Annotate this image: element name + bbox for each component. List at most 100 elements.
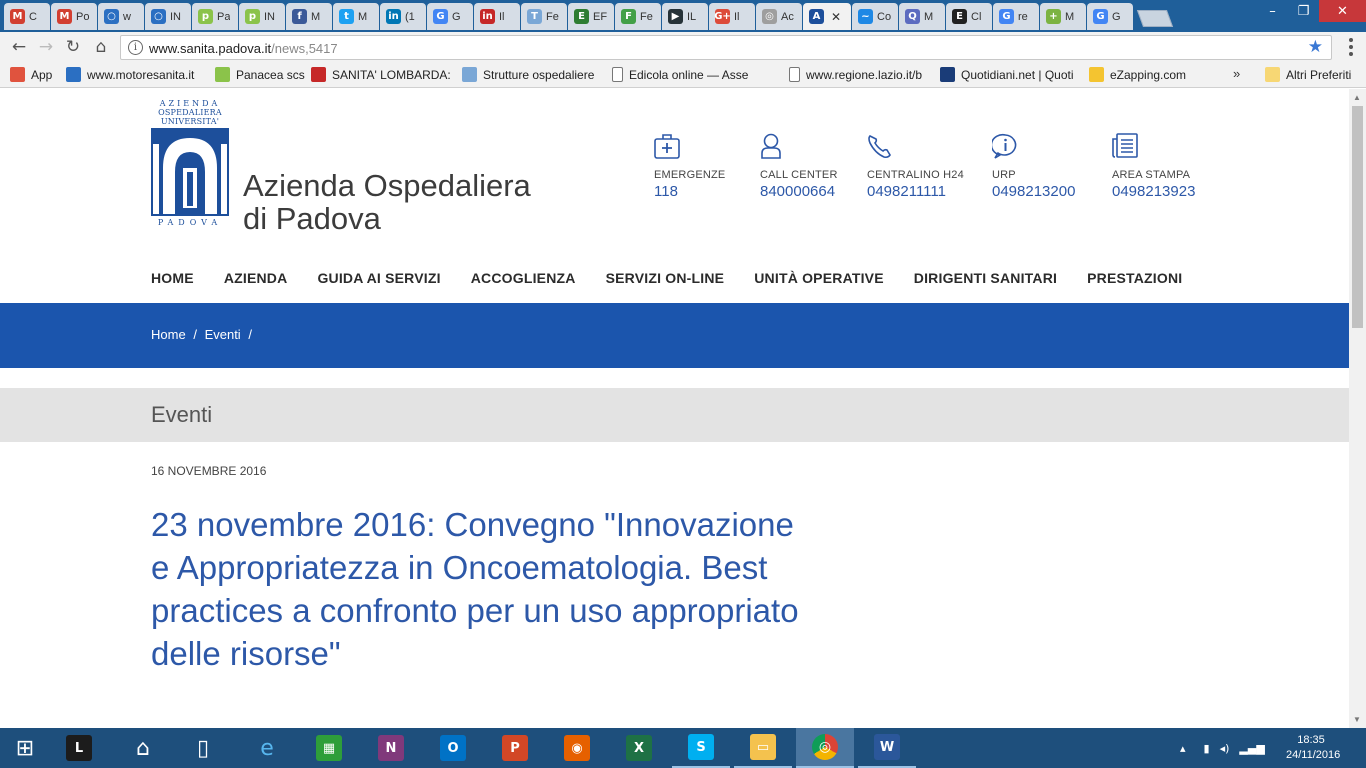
browser-tab[interactable]: fM: [286, 3, 332, 30]
nav-item-accoglienza[interactable]: ACCOGLIENZA: [471, 270, 576, 286]
scrollbar-thumb[interactable]: [1352, 106, 1363, 328]
scroll-down-arrow-icon[interactable]: ▼: [1353, 715, 1361, 724]
browser-tab[interactable]: QM: [899, 3, 945, 30]
browser-tab[interactable]: GG: [427, 3, 473, 30]
nav-item-azienda[interactable]: AZIENDA: [224, 270, 288, 286]
word-app[interactable]: W: [858, 728, 916, 768]
tab-title: IN: [170, 10, 181, 23]
site-title[interactable]: Azienda Ospedaliera di Padova: [243, 169, 531, 235]
explorer-app[interactable]: ▭: [734, 728, 792, 768]
browser-tab[interactable]: ◎ Ac: [756, 3, 802, 30]
ie-app[interactable]: e: [238, 728, 296, 768]
bookmark-item[interactable]: Quotidiani.net | Quoti: [940, 67, 1074, 82]
contact-area-stampa[interactable]: AREA STAMPA 0498213923: [1112, 133, 1195, 200]
home-app[interactable]: ⌂: [114, 728, 172, 768]
browser-tab[interactable]: GG: [1087, 3, 1133, 30]
outlook-app[interactable]: O: [424, 728, 482, 768]
breadcrumb-home-link[interactable]: Home: [151, 327, 186, 342]
contact-label: AREA STAMPA: [1112, 169, 1191, 181]
browser-tab[interactable]: ○ w: [98, 3, 144, 30]
bookmark-item[interactable]: Panacea scs: [215, 67, 305, 82]
contact-number[interactable]: 0498213200: [992, 183, 1075, 200]
skype-app[interactable]: S: [672, 728, 730, 768]
lenovo-app[interactable]: L: [50, 728, 108, 768]
browser-tab[interactable]: tM: [333, 3, 379, 30]
nav-item-guida-ai-servizi[interactable]: GUIDA AI SERVIZI: [317, 270, 440, 286]
powerpoint-app[interactable]: P: [486, 728, 544, 768]
browser-tab[interactable]: + M: [1040, 3, 1086, 30]
browser-tab[interactable]: ~ Co: [852, 3, 898, 30]
store-app[interactable]: ▦: [300, 728, 358, 768]
tray-chevron-icon[interactable]: ▴: [1180, 742, 1186, 755]
bookmarks-overflow-button[interactable]: »: [1233, 66, 1240, 81]
network-icon[interactable]: ▂▄▆: [1239, 742, 1264, 755]
contact-number[interactable]: 118: [654, 183, 725, 200]
reload-button[interactable]: ↻: [62, 36, 84, 58]
back-button[interactable]: ←: [8, 36, 30, 58]
puzzle-icon: F: [621, 9, 636, 24]
restore-button[interactable]: ❐: [1288, 0, 1319, 22]
bookmark-item[interactable]: eZapping.com: [1089, 67, 1186, 82]
contact-number[interactable]: 840000664: [760, 183, 838, 200]
browser-tab[interactable]: M Po: [51, 3, 97, 30]
browser-tab[interactable]: ▶ IL: [662, 3, 708, 30]
page-scrollbar[interactable]: ▲ ▼: [1349, 89, 1366, 728]
file-app[interactable]: ▯: [174, 728, 232, 768]
folder-icon: [1265, 67, 1280, 82]
contact-number[interactable]: 0498213923: [1112, 183, 1195, 200]
browser-tab[interactable]: A ✕: [803, 3, 851, 30]
browser-tab[interactable]: p Pa: [192, 3, 238, 30]
browser-tab[interactable]: in Il: [474, 3, 520, 30]
browser-tab[interactable]: Gre: [993, 3, 1039, 30]
bookmark-item[interactable]: Strutture ospedaliere: [462, 67, 594, 82]
home-button[interactable]: ⌂: [90, 36, 112, 58]
taskbar-clock[interactable]: 18:35 24/11/2016: [1286, 733, 1340, 763]
start-button[interactable]: ⊞: [0, 728, 50, 768]
contact-call-center[interactable]: CALL CENTER 840000664: [760, 133, 838, 200]
browser-tab[interactable]: G+ Il: [709, 3, 755, 30]
nav-item-dirigenti-sanitari[interactable]: DIRIGENTI SANITARI: [914, 270, 1057, 286]
contact-urp[interactable]: URP 0498213200: [992, 133, 1075, 200]
browser-tab[interactable]: in (1: [380, 3, 426, 30]
contact-centralino[interactable]: CENTRALINO H24 0498211111: [867, 133, 964, 200]
nav-item-servizi-on-line[interactable]: SERVIZI ON-LINE: [606, 270, 725, 286]
browser-tab[interactable]: E Cl: [946, 3, 992, 30]
close-window-button[interactable]: ✕: [1319, 0, 1366, 22]
chrome-app[interactable]: ◎: [796, 728, 854, 768]
nav-item-prestazioni[interactable]: PRESTAZIONI: [1087, 270, 1182, 286]
firefox-app[interactable]: ◉: [548, 728, 606, 768]
browser-tab[interactable]: ○ IN: [145, 3, 191, 30]
contact-number[interactable]: 0498211111: [867, 183, 964, 200]
url-host: www.sanita.padova.it: [149, 41, 272, 56]
bookmark-item[interactable]: App: [10, 67, 52, 82]
browser-tab[interactable]: T Fe: [521, 3, 567, 30]
site-info-icon[interactable]: i: [128, 40, 143, 55]
browser-tab[interactable]: F Fe: [615, 3, 661, 30]
bookmark-item[interactable]: Altri Preferiti: [1265, 67, 1351, 82]
browser-tab[interactable]: E EF: [568, 3, 614, 30]
nav-item-unit-operative[interactable]: UNITÀ OPERATIVE: [754, 270, 884, 286]
browser-menu-button[interactable]: [1344, 38, 1358, 56]
bookmark-item[interactable]: SANITA' LOMBARDA:: [311, 67, 451, 82]
onenote-app[interactable]: N: [362, 728, 420, 768]
address-url[interactable]: www.sanita.padova.it/news,5417: [149, 41, 338, 56]
browser-tab[interactable]: p IN: [239, 3, 285, 30]
minimize-button[interactable]: –: [1257, 0, 1288, 22]
breadcrumb-eventi-link[interactable]: Eventi: [205, 327, 241, 342]
bookmark-item[interactable]: www.motoresanita.it: [66, 67, 194, 82]
volume-icon[interactable]: ◂): [1220, 742, 1230, 755]
scroll-up-arrow-icon[interactable]: ▲: [1353, 93, 1361, 102]
forward-button[interactable]: →: [35, 36, 57, 58]
close-tab-icon[interactable]: ✕: [831, 10, 841, 24]
contact-emergenze[interactable]: EMERGENZE 118: [654, 133, 725, 200]
battery-icon[interactable]: ▮: [1204, 742, 1210, 755]
nav-item-home[interactable]: HOME: [151, 270, 194, 286]
excel-app[interactable]: X: [610, 728, 668, 768]
bookmark-item[interactable]: www.regione.lazio.it/b: [789, 67, 922, 82]
bookmark-star-icon[interactable]: ★: [1308, 37, 1323, 57]
bookmark-item[interactable]: Edicola online — Asse: [612, 67, 748, 82]
browser-tab[interactable]: MC: [4, 3, 50, 30]
hospital-logo[interactable]: AZIENDA OSPEDALIERA UNIVERSITA' PADOVA: [150, 99, 230, 227]
address-bar[interactable]: i www.sanita.padova.it/news,5417 ★: [120, 35, 1332, 60]
new-tab-button[interactable]: [1136, 10, 1174, 27]
